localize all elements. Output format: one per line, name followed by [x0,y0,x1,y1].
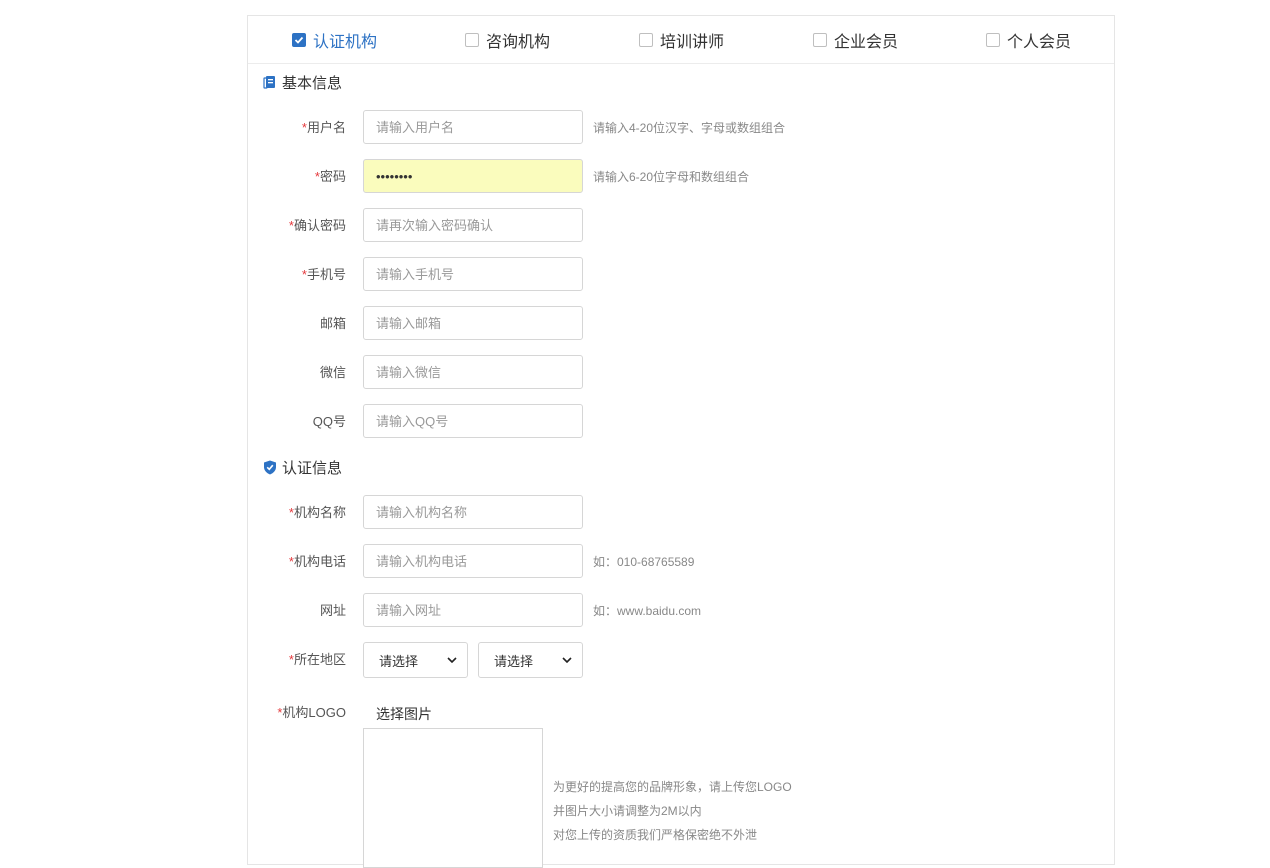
select-value: 请选择 [494,653,534,669]
checkbox-checked-icon[interactable] [292,33,306,47]
choose-image-button[interactable]: 选择图片 [376,704,432,724]
checkbox-icon[interactable] [986,33,1000,47]
confirm-password-label: *确认密码 [288,218,346,233]
registration-panel: 认证机构 咨询机构 培训讲师 企业会员 个人会员 基本信息 *用户名 请输入用户… [247,15,1115,868]
type-certification-org[interactable]: 认证机构 [292,28,377,52]
website-label: 网址 [319,603,346,618]
org-name-input[interactable] [363,495,583,529]
chevron-down-icon [447,657,457,663]
province-select[interactable]: 请选择 [363,642,468,678]
email-input[interactable] [363,306,583,340]
email-label: 邮箱 [319,316,346,331]
select-value: 请选择 [379,653,419,669]
checkbox-icon[interactable] [465,33,479,47]
website-hint: 如：www.baidu.com [593,604,702,618]
logo-note: 对您上传的资质我们严格保密绝不外泄 [553,828,758,842]
document-icon [263,76,275,89]
org-phone-hint: 如：010-68765589 [593,555,695,569]
type-individual-member[interactable]: 个人会员 [986,28,1071,52]
basic-info-heading: 基本信息 [263,72,342,92]
logo-note: 并图片大小请调整为2M以内 [553,804,702,818]
cert-info-heading: 认证信息 [263,457,342,477]
username-input[interactable] [363,110,583,144]
type-trainer[interactable]: 培训讲师 [639,28,724,52]
org-name-label: *机构名称 [288,505,346,520]
password-input[interactable] [363,159,583,193]
type-label: 培训讲师 [660,34,725,51]
logo-label: *机构LOGO [277,705,346,720]
password-hint: 请输入6-20位字母和数组组合 [593,170,750,184]
username-label: *用户名 [301,120,346,135]
type-label: 企业会员 [834,34,899,51]
type-label: 咨询机构 [486,34,551,51]
checkbox-icon[interactable] [813,33,827,47]
org-phone-label: *机构电话 [288,554,346,569]
qq-label: QQ号 [312,414,346,429]
website-input[interactable] [363,593,583,627]
type-enterprise-member[interactable]: 企业会员 [813,28,898,52]
member-type-bar: 认证机构 咨询机构 培训讲师 企业会员 个人会员 [248,16,1114,64]
logo-upload-area[interactable] [363,728,543,868]
type-label: 个人会员 [1007,34,1072,51]
shield-check-icon [264,460,276,474]
type-consulting-org[interactable]: 咨询机构 [465,28,550,52]
wechat-input[interactable] [363,355,583,389]
org-phone-input[interactable] [363,544,583,578]
password-label: *密码 [314,169,346,184]
phone-label: *手机号 [301,267,346,282]
section-title: 基本信息 [282,74,343,92]
city-select[interactable]: 请选择 [478,642,583,678]
region-label: *所在地区 [288,652,346,667]
phone-input[interactable] [363,257,583,291]
chevron-down-icon [562,657,572,663]
logo-notes: 为更好的提高您的品牌形象，请上传您LOGO 并图片大小请调整为2M以内 对您上传… [553,775,792,847]
logo-note: 为更好的提高您的品牌形象，请上传您LOGO [553,780,792,794]
wechat-label: 微信 [319,365,346,380]
qq-input[interactable] [363,404,583,438]
section-title: 认证信息 [282,459,343,477]
confirm-password-input[interactable] [363,208,583,242]
username-hint: 请输入4-20位汉字、字母或数组组合 [593,121,786,135]
checkbox-icon[interactable] [639,33,653,47]
type-label: 认证机构 [313,34,378,51]
